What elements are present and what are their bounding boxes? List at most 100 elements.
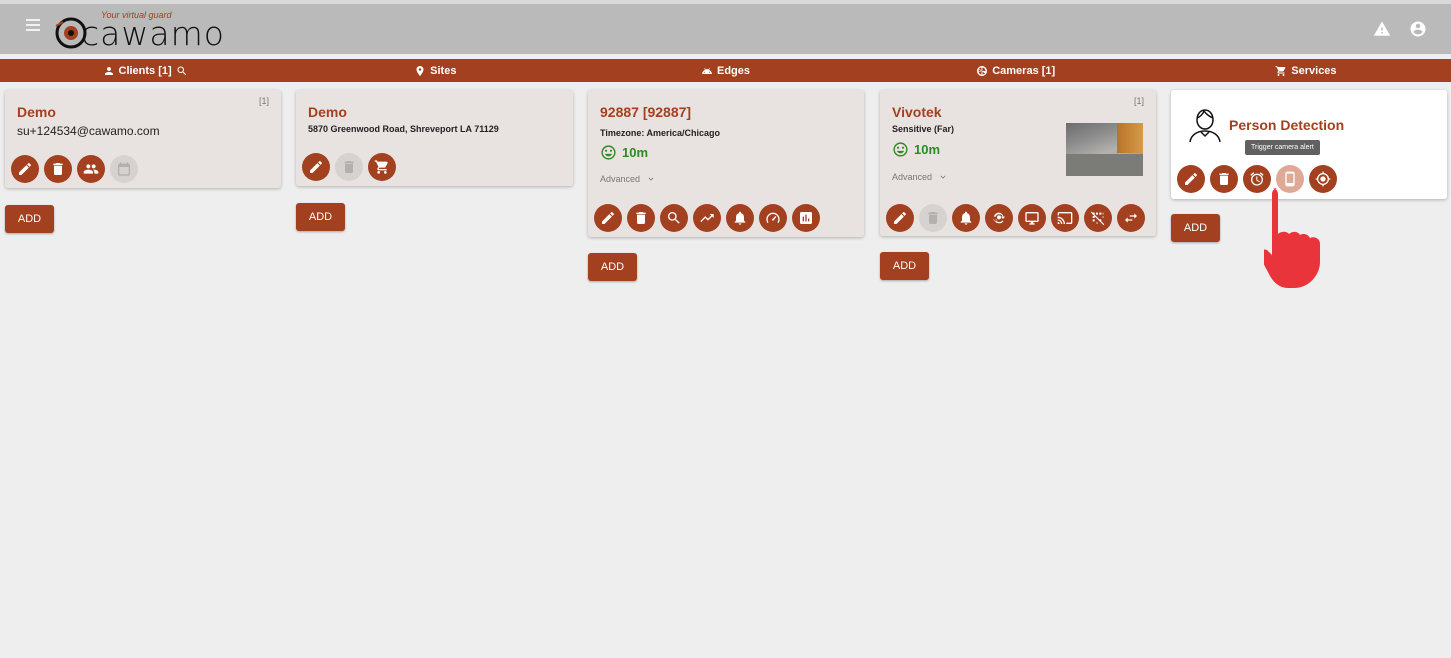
trash-icon [636,212,646,224]
delete-edge-button[interactable] [627,204,655,232]
location-pin-icon [416,65,424,76]
delete-client-button[interactable] [44,155,72,183]
trash-icon [344,161,354,173]
top-app-bar: Your virtual guard cawamo [0,0,1451,54]
camera-cast-button[interactable] [1051,204,1079,232]
edge-trend-button[interactable] [693,204,721,232]
nav-services-label: Services [1291,64,1337,77]
edge-card[interactable]: 92887 [92887] Timezone: America/Chicago … [588,90,864,237]
alarm-clock-icon [1250,172,1264,186]
camera-count: [1] [1133,96,1144,106]
camera-swap-button[interactable] [1117,204,1145,232]
chevron-down-icon [940,175,946,179]
trash-icon [928,212,938,224]
trigger-camera-alert-tooltip: Trigger camera alert [1245,140,1320,155]
client-name: Demo [17,104,56,120]
add-camera-button[interactable]: ADD [880,252,929,280]
edge-advanced-toggle[interactable]: Advanced [600,174,656,184]
site-card[interactable]: Demo 5870 Greenwood Road, Shreveport LA … [296,90,573,186]
edges-column: 92887 [92887] Timezone: America/Chicago … [588,90,864,281]
section-nav: Clients [1] Sites Edges Cameras [1] Serv… [0,59,1451,82]
pencil-icon [310,161,322,173]
camera-mask-button[interactable] [1084,204,1112,232]
camera-advanced-toggle[interactable]: Advanced [892,172,948,182]
nav-cameras[interactable]: Cameras [1] [871,59,1161,82]
add-client-button[interactable]: ADD [5,205,54,233]
trash-icon [53,163,63,175]
site-name: Demo [308,104,347,120]
delete-service-button[interactable] [1210,165,1238,193]
camera-card[interactable]: Vivotek [1] Sensitive (Far) 10m Advanced [880,90,1156,236]
hamburger-menu-icon[interactable] [26,19,40,35]
warning-icon[interactable] [1373,20,1391,38]
edit-edge-button[interactable] [594,204,622,232]
cart-icon [374,160,388,174]
add-service-button[interactable]: ADD [1171,214,1220,242]
camera-name: Vivotek [892,104,942,120]
client-email: su+124534@cawamo.com [17,124,160,138]
edit-site-button[interactable] [302,153,330,181]
camera-refresh-search-button[interactable] [985,204,1013,232]
account-circle-icon[interactable] [1409,20,1427,38]
calendar-icon [118,162,130,176]
image-search-icon [993,212,1005,224]
nav-sites[interactable]: Sites [290,59,580,82]
client-users-button[interactable] [77,155,105,183]
camera-advanced-label: Advanced [892,172,933,182]
thumbnail-ground [1066,154,1143,176]
cart-icon [1275,65,1286,76]
nav-clients[interactable]: Clients [1] [0,59,290,82]
bell-icon [960,211,972,225]
add-edge-button[interactable]: ADD [588,253,637,281]
nav-services[interactable]: Services [1161,59,1451,82]
edge-stats-button[interactable] [792,204,820,232]
delete-site-button[interactable] [335,153,363,181]
thumbnail-wall [1117,123,1143,153]
speedometer-icon [766,212,780,224]
camera-live-view-button[interactable] [1018,204,1046,232]
bar-chart-icon [800,212,812,224]
camera-alerts-button[interactable] [952,204,980,232]
pencil-icon [602,212,614,224]
camera-sensitivity: Sensitive (Far) [892,124,955,134]
pencil-icon [1185,173,1197,185]
smiley-face-icon [893,142,908,157]
nav-edges[interactable]: Edges [580,59,870,82]
sites-column: Demo 5870 Greenwood Road, Shreveport LA … [296,90,573,231]
camera-lens-icon [977,65,988,76]
chevron-down-icon [648,177,654,181]
site-services-button[interactable] [368,153,396,181]
search-icon [668,212,680,224]
nav-edges-label: Edges [717,64,751,77]
edit-service-button[interactable] [1177,165,1205,193]
edge-speed-button[interactable] [759,204,787,232]
client-card[interactable]: Demo [1] su+124534@cawamo.com [5,90,281,188]
delete-camera-button[interactable] [919,204,947,232]
client-count: [1] [258,96,269,106]
cawamo-logo[interactable]: Your virtual guard cawamo [54,8,224,53]
edit-camera-button[interactable] [886,204,914,232]
edge-advanced-label: Advanced [600,174,641,184]
monitor-icon [1025,212,1039,225]
camera-status-text: 10m [914,142,941,157]
client-schedule-button[interactable] [110,155,138,183]
search-icon[interactable] [176,65,188,77]
logo-wordmark: cawamo [81,14,225,53]
camera-thumbnail[interactable] [1066,123,1143,176]
edge-status-text: 10m [622,145,649,160]
site-address: 5870 Greenwood Road, Shreveport LA 71129 [308,124,499,134]
cast-icon [1057,212,1073,224]
edit-client-button[interactable] [11,155,39,183]
edge-alerts-button[interactable] [726,204,754,232]
service-name: Person Detection [1229,117,1345,133]
grid-off-icon [1090,211,1105,226]
nav-clients-label: Clients [1] [118,64,172,77]
add-site-button[interactable]: ADD [296,203,345,231]
edge-name: 92887 [92887] [600,104,692,120]
smiley-face-icon [601,145,616,160]
edge-search-button[interactable] [660,204,688,232]
clients-column: Demo [1] su+124534@cawamo.com ADD [5,90,281,233]
edge-timezone: Timezone: America/Chicago [600,128,721,138]
camera-status: 10m [892,141,940,158]
trending-up-icon [700,214,714,222]
